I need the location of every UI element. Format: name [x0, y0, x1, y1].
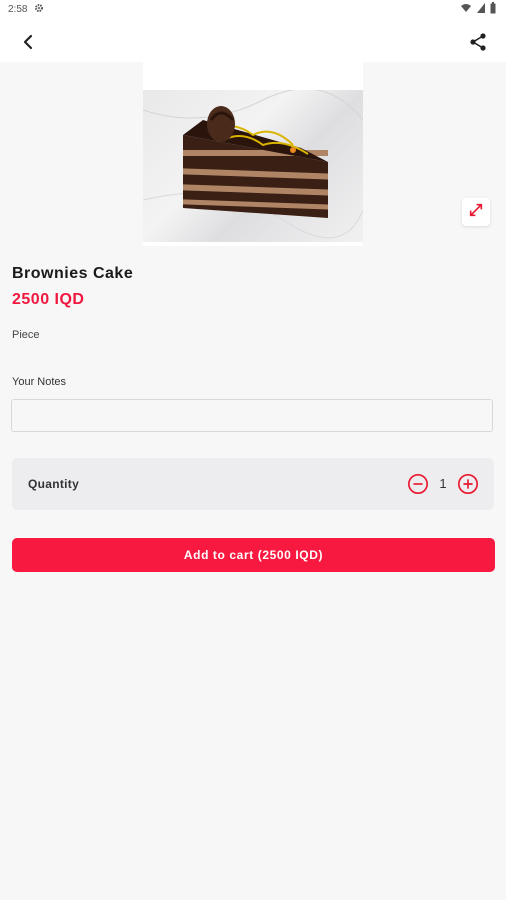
back-arrow-icon[interactable] [16, 30, 40, 54]
status-time: 2:58 [8, 4, 28, 15]
quantity-value: 1 [439, 476, 447, 491]
status-bar: 2:58 [0, 0, 506, 18]
plus-circle-icon[interactable] [457, 473, 479, 495]
status-icons [460, 2, 496, 17]
expand-image-button[interactable] [462, 198, 490, 226]
expand-icon [468, 202, 484, 223]
product-unit: Piece [12, 329, 40, 341]
settings-gear-icon [33, 2, 45, 17]
signal-icon [476, 2, 486, 17]
notes-label: Your Notes [12, 376, 67, 388]
notes-input[interactable] [11, 399, 493, 432]
product-photo [143, 88, 363, 242]
product-title: Brownies Cake [12, 265, 134, 282]
battery-icon [490, 2, 496, 17]
quantity-stepper: Quantity 1 [12, 458, 494, 510]
wifi-icon [460, 2, 472, 17]
product-price: 2500 IQD [12, 291, 85, 308]
add-to-cart-button[interactable]: Add to cart (2500 IQD) [12, 538, 495, 572]
share-icon[interactable] [466, 30, 490, 54]
quantity-label: Quantity [28, 477, 80, 491]
app-bar [0, 18, 506, 62]
minus-circle-icon[interactable] [407, 473, 429, 495]
product-image[interactable] [143, 62, 363, 246]
